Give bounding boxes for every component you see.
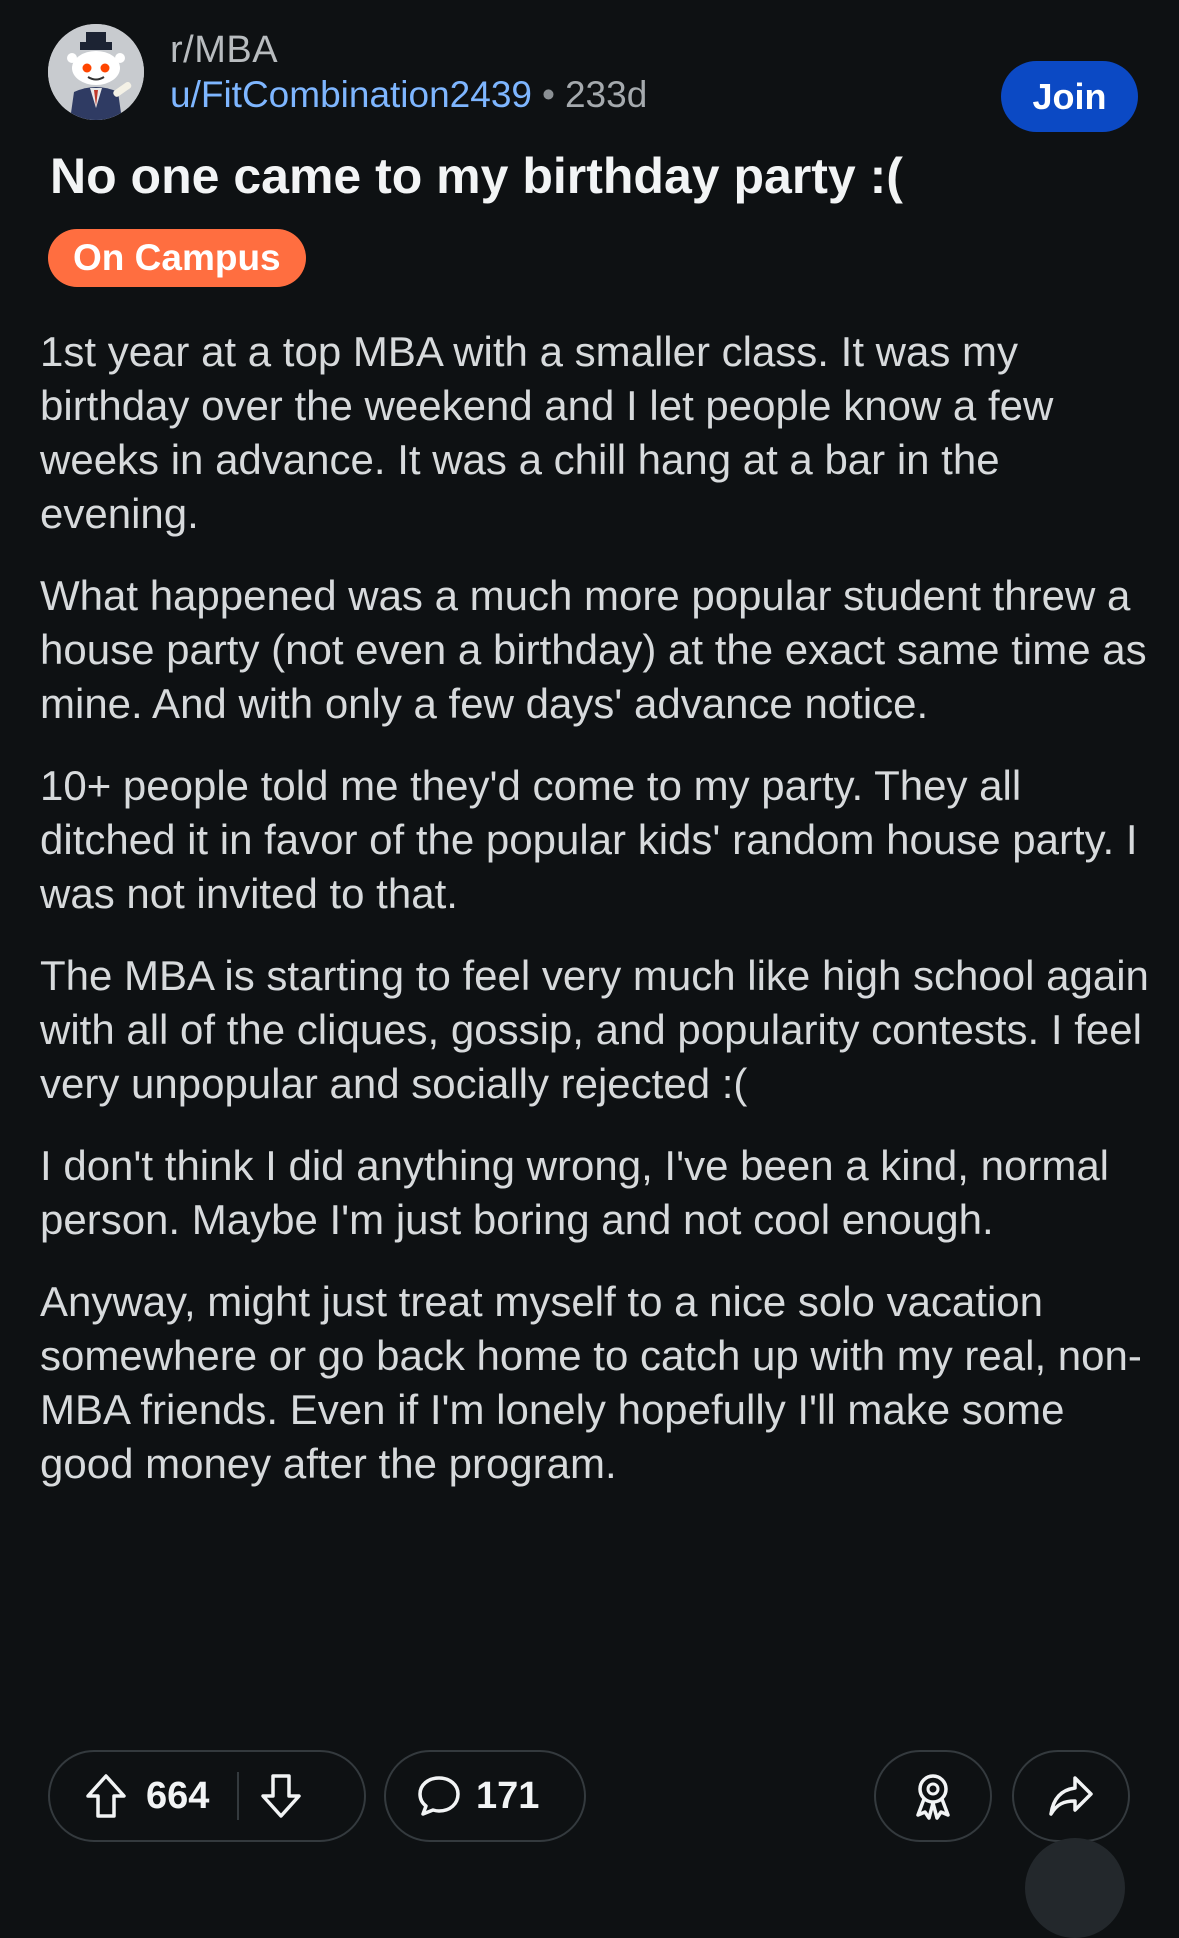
subreddit-avatar[interactable]: [48, 24, 144, 120]
subreddit-name[interactable]: r/MBA: [170, 28, 647, 72]
floating-action-button[interactable]: [1025, 1838, 1125, 1938]
award-button[interactable]: [874, 1750, 992, 1842]
post-paragraph: I don't think I did anything wrong, I've…: [40, 1142, 1110, 1243]
comment-icon-wrap: [416, 1773, 462, 1819]
comment-count: 171: [476, 1774, 540, 1817]
post-byline: u/FitCombination2439 • 233d: [170, 72, 647, 118]
meta-separator: •: [542, 74, 555, 115]
post-paragraph: What happened was a much more popular st…: [40, 572, 1147, 727]
comment-icon: [418, 1776, 460, 1816]
comments-button[interactable]: 171: [384, 1750, 586, 1842]
post-header: r/MBA u/FitCombination2439 • 233d Join: [48, 24, 1148, 132]
post-action-bar: 664 171: [48, 1750, 1130, 1846]
vote-control: 664: [48, 1750, 366, 1842]
vote-divider: [237, 1772, 240, 1820]
snoo-avatar-icon: [48, 24, 144, 120]
post-paragraph: 10+ people told me they'd come to my par…: [40, 762, 1138, 917]
post-paragraph: Anyway, might just treat myself to a nic…: [40, 1278, 1142, 1487]
post-paragraph: 1st year at a top MBA with a smaller cla…: [40, 328, 1054, 537]
post-title: No one came to my birthday party :(: [50, 148, 903, 204]
upvote-button[interactable]: [84, 1772, 128, 1820]
post-meta: r/MBA u/FitCombination2439 • 233d: [170, 28, 647, 118]
share-button[interactable]: [1012, 1750, 1130, 1842]
post-paragraph: The MBA is starting to feel very much li…: [40, 952, 1149, 1107]
upvote-icon: [86, 1774, 126, 1818]
share-icon: [1049, 1776, 1093, 1816]
author-username[interactable]: u/FitCombination2439: [170, 74, 532, 115]
downvote-button[interactable]: [259, 1772, 303, 1820]
post-age: 233d: [564, 74, 648, 115]
post-body: 1st year at a top MBA with a smaller cla…: [40, 325, 1160, 1519]
downvote-icon: [261, 1774, 302, 1818]
upvote-count: 664: [146, 1774, 210, 1817]
post-flair[interactable]: On Campus: [48, 229, 306, 287]
award-icon: [916, 1774, 950, 1820]
join-button[interactable]: Join: [1001, 61, 1138, 132]
